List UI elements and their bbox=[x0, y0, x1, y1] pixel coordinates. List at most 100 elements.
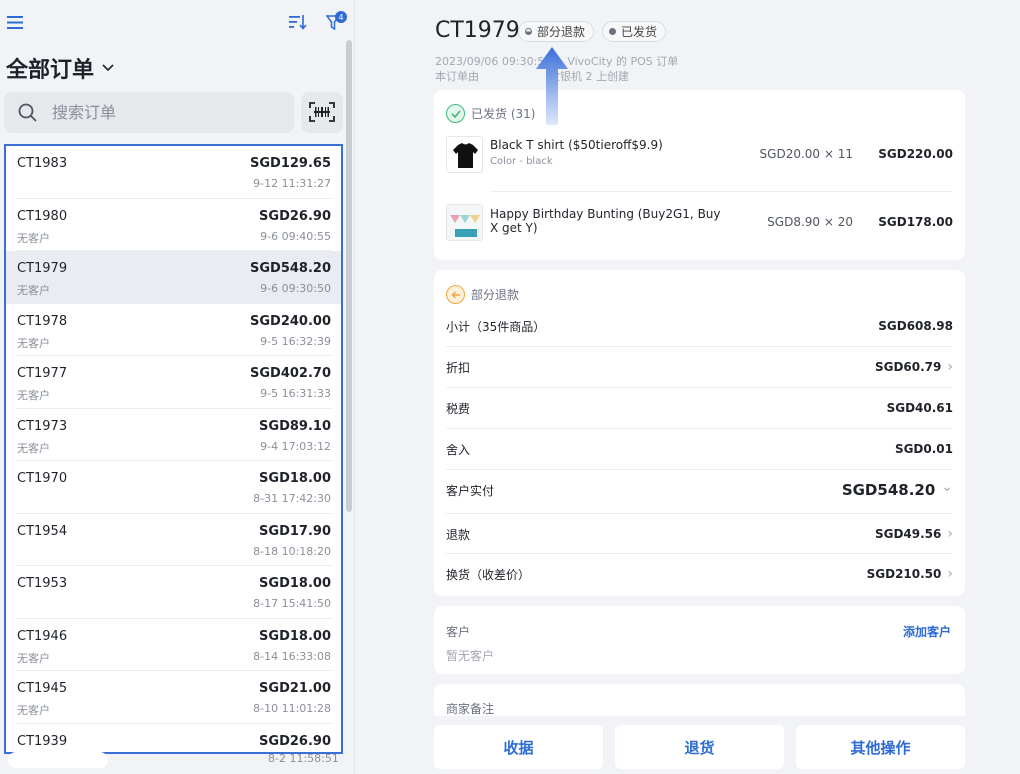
order-row[interactable]: CT1980 SGD26.90 无客户 9-6 09:40:55 bbox=[6, 198, 341, 251]
product-price-qty: SGD8.90 × 20 bbox=[767, 215, 853, 229]
order-id: CT1970 bbox=[17, 471, 68, 486]
half-circle-icon bbox=[525, 28, 532, 35]
search-icon bbox=[18, 103, 37, 122]
order-row-content: CT1983 SGD129.65 9-12 11:31:27 bbox=[16, 146, 333, 199]
status-badge-label: 部分退款 bbox=[537, 25, 586, 39]
summary-label: 税费 bbox=[446, 401, 471, 416]
chevron-down-icon bbox=[102, 64, 114, 72]
order-row-content: CT1970 SGD18.00 8-31 17:42:30 bbox=[16, 461, 333, 514]
order-row[interactable]: CT1978 SGD240.00 无客户 9-5 16:32:39 bbox=[6, 303, 341, 356]
summary-value: SGD210.50 bbox=[866, 567, 942, 581]
order-amount: SGD240.00 bbox=[250, 313, 331, 329]
order-time: 8-2 11:58:51 bbox=[268, 752, 339, 765]
back-arrow-circle-icon bbox=[446, 285, 465, 304]
order-row[interactable]: CT1983 SGD129.65 9-12 11:31:27 bbox=[6, 146, 341, 199]
order-amount: SGD18.00 bbox=[259, 576, 331, 591]
filter-icon[interactable]: 4 bbox=[326, 11, 348, 33]
chevron-right-icon: › bbox=[947, 526, 953, 542]
merchant-note-label: 商家备注 bbox=[446, 702, 495, 716]
order-amount: SGD548.20 bbox=[250, 261, 331, 276]
sort-icon[interactable] bbox=[288, 13, 308, 31]
status-badge-shipped: 已发货 bbox=[602, 21, 667, 42]
order-amount: SGD21.00 bbox=[259, 681, 331, 696]
order-id: CT1977 bbox=[17, 366, 68, 381]
order-row[interactable]: CT1953 SGD18.00 8-17 15:41:50 bbox=[6, 566, 341, 619]
chevron-down-icon: ⌄ bbox=[941, 479, 953, 495]
menu-icon[interactable] bbox=[6, 14, 24, 30]
summary-label: 小计（35件商品） bbox=[446, 319, 546, 334]
order-row[interactable]: CT1979 SGD548.20 无客户 9-6 09:30:50 bbox=[6, 251, 341, 304]
divider bbox=[446, 513, 953, 514]
summary-label: 退款 bbox=[446, 527, 471, 542]
order-row[interactable]: CT1973 SGD89.10 无客户 9-4 17:03:12 bbox=[6, 408, 341, 461]
order-id: CT1979 bbox=[17, 261, 68, 276]
summary-row[interactable]: 换货（收差价） SGD210.50 › bbox=[446, 564, 953, 584]
order-row[interactable]: CT1970 SGD18.00 8-31 17:42:30 bbox=[6, 461, 341, 514]
order-row[interactable]: CT1939 SGD26.90 bbox=[6, 723, 341, 753]
order-list: CT1983 SGD129.65 9-12 11:31:27 CT1980 SGD26.… bbox=[4, 144, 343, 754]
order-row-content: CT1954 SGD17.90 8-18 10:18:20 bbox=[16, 514, 333, 566]
shipped-items-card: 已发货 (31) Black T shirt ($50tieroff$9.9) … bbox=[434, 90, 965, 260]
summary-value: SGD40.61 bbox=[886, 401, 953, 415]
order-time: 8-10 11:01:28 bbox=[253, 702, 331, 715]
order-amount: SGD17.90 bbox=[259, 523, 331, 539]
summary-value-wrap: SGD40.61 bbox=[887, 401, 953, 415]
order-customer: 无客户 bbox=[17, 704, 50, 717]
divider bbox=[446, 346, 953, 347]
order-id: CT1939 bbox=[17, 733, 68, 749]
order-time: 8-18 10:18:20 bbox=[253, 544, 331, 558]
more-actions-button[interactable]: 其他操作 bbox=[796, 725, 965, 769]
chevron-right-icon: › bbox=[947, 566, 953, 582]
filter-count-badge: 4 bbox=[335, 11, 347, 23]
order-creator: 本订单由 收银机 2 上创建 bbox=[435, 68, 629, 84]
summary-value: SGD49.56 bbox=[874, 527, 942, 541]
order-row[interactable]: CT1954 SGD17.90 8-18 10:18:20 bbox=[6, 513, 341, 566]
page-title: 全部订单 bbox=[6, 58, 95, 83]
return-button[interactable]: 退货 bbox=[615, 725, 784, 769]
order-customer: 无客户 bbox=[17, 651, 50, 665]
summary-value: SGD60.79 bbox=[874, 360, 942, 374]
order-time: 9-4 17:03:12 bbox=[260, 439, 331, 453]
summary-value-wrap: SGD60.79 › bbox=[875, 359, 953, 375]
summary-label: 舍入 bbox=[446, 442, 471, 457]
search-box bbox=[4, 92, 294, 133]
order-row-content: CT1973 SGD89.10 无客户 9-4 17:03:12 bbox=[16, 409, 333, 461]
divider bbox=[446, 553, 953, 554]
scrollbar[interactable] bbox=[346, 40, 352, 512]
summary-value: SGD548.20 bbox=[841, 481, 936, 499]
summary-row[interactable]: 退款 SGD49.56 › bbox=[446, 524, 953, 544]
divider bbox=[490, 191, 953, 192]
summary-row[interactable]: 折扣 SGD60.79 › bbox=[446, 357, 953, 377]
summary-row[interactable]: 客户实付 SGD548.20 ⌄ bbox=[446, 479, 953, 500]
receipt-button[interactable]: 收据 bbox=[434, 725, 603, 769]
order-list-panel: 4 全部订单 CT1983SGD129.659-12 11:31:27CT198… bbox=[0, 0, 355, 774]
payment-summary-card: 部分退款 小计（35件商品） SGD608.98 折扣 SGD60.79 › 税费 SGD4… bbox=[434, 270, 965, 596]
order-id: CT1946 bbox=[17, 628, 68, 644]
order-row[interactable]: CT1977 SGD402.70 无客户 9-5 16:31:33 bbox=[6, 356, 341, 409]
order-id: CT1973 bbox=[17, 418, 68, 434]
order-filter-dropdown[interactable]: 全部订单 bbox=[6, 52, 114, 84]
search-input[interactable] bbox=[52, 103, 252, 122]
add-customer-link[interactable]: 添加客户 bbox=[903, 623, 951, 640]
order-source: VivoCity 的 POS 订单 bbox=[567, 55, 679, 68]
divider bbox=[446, 469, 953, 470]
order-amount: SGD26.90 bbox=[259, 733, 331, 749]
status-badge-label: 已发货 bbox=[621, 25, 658, 39]
order-row-content: CT1939 SGD26.90 bbox=[16, 724, 333, 753]
barcode-scan-button[interactable] bbox=[301, 92, 343, 133]
order-amount: SGD18.00 bbox=[259, 471, 331, 486]
order-row[interactable]: CT1946 SGD18.00 无客户 8-14 16:33:08 bbox=[6, 618, 341, 671]
line-item[interactable]: Happy Birthday Bunting (Buy2G1, Buy X ge… bbox=[446, 202, 953, 246]
order-id: CT1980 bbox=[17, 208, 68, 224]
summary-value-wrap: SGD0.01 bbox=[895, 442, 953, 456]
order-time: 9-6 09:40:55 bbox=[260, 229, 331, 243]
summary-value: SGD608.98 bbox=[878, 319, 953, 333]
refund-section-header: 部分退款 bbox=[446, 285, 519, 304]
order-row[interactable]: CT1945 SGD21.00 无客户 8-10 11:01:28 bbox=[6, 671, 341, 724]
order-id: CT1978 bbox=[17, 313, 68, 329]
line-item[interactable]: Black T shirt ($50tieroff$9.9) Color - b… bbox=[446, 134, 953, 184]
order-customer: 无客户 bbox=[17, 336, 50, 350]
order-customer: 无客户 bbox=[17, 284, 50, 297]
order-amount: SGD402.70 bbox=[250, 366, 331, 381]
order-time: 9-12 11:31:27 bbox=[253, 177, 331, 190]
